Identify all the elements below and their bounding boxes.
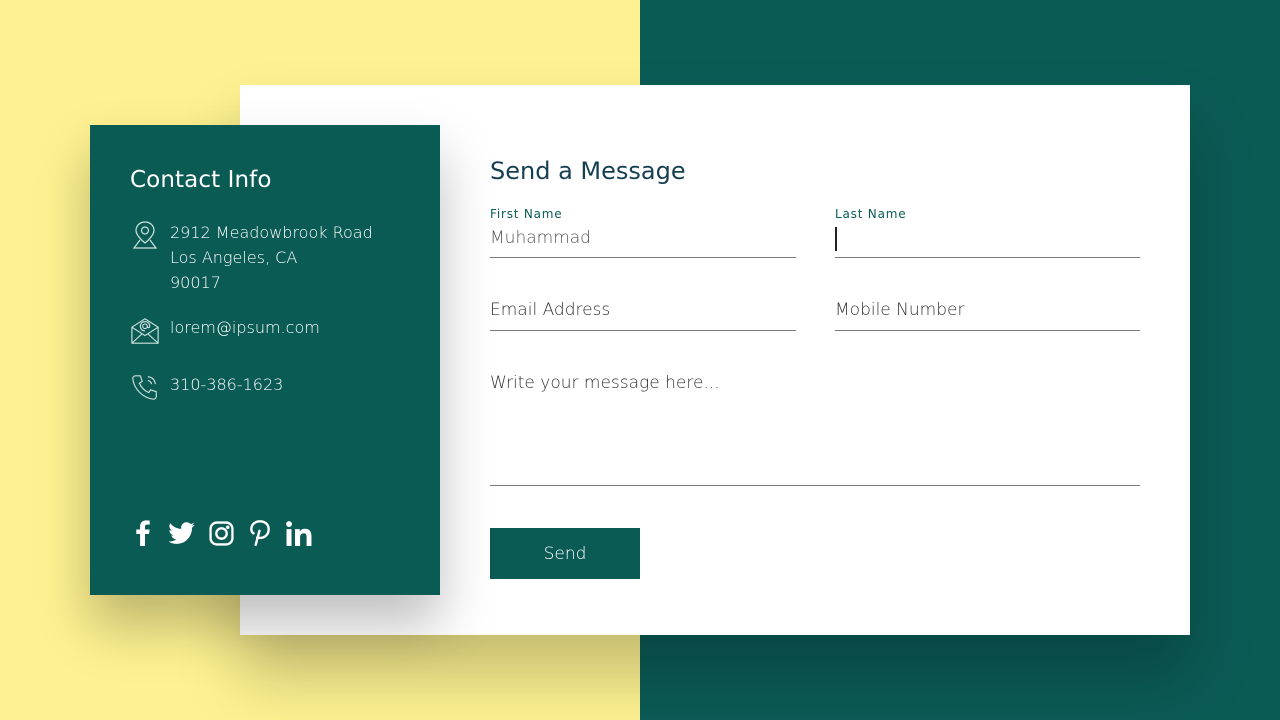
mobile-number-field[interactable]: Mobile Number [835, 295, 1140, 331]
send-button[interactable]: Send [490, 528, 640, 579]
email-placeholder[interactable]: Email Address [490, 300, 610, 320]
first-name-label: First Name [490, 207, 563, 221]
pinterest-icon[interactable] [247, 520, 273, 546]
email-row: lorem@ipsum.com [130, 315, 320, 345]
last-name-label: Last Name [835, 207, 907, 221]
contact-info-card: Contact Info 2912 Meadowbrook Road Los A… [90, 125, 440, 595]
phone-row: 310-386-1623 [130, 372, 283, 402]
email-text[interactable]: lorem@ipsum.com [170, 315, 320, 340]
address-line-2: Los Angeles, CA [170, 248, 298, 267]
mobile-number-placeholder[interactable]: Mobile Number [835, 300, 964, 320]
social-links [130, 520, 312, 546]
twitter-icon[interactable] [169, 520, 195, 546]
last-name-field[interactable]: Last Name [835, 207, 1140, 258]
linkedin-icon[interactable] [286, 520, 312, 546]
phone-text[interactable]: 310-386-1623 [170, 372, 283, 397]
form-title: Send a Message [490, 157, 686, 185]
message-placeholder[interactable]: Write your message here... [490, 373, 720, 393]
envelope-icon [130, 315, 160, 345]
facebook-icon[interactable] [130, 520, 156, 546]
address-text: 2912 Meadowbrook Road Los Angeles, CA 90… [170, 220, 373, 295]
instagram-icon[interactable] [208, 520, 234, 546]
message-field[interactable]: Write your message here... [490, 372, 1140, 486]
first-name-value[interactable]: Muhammad [490, 228, 591, 248]
address-line-3: 90017 [170, 273, 221, 292]
address-line-1: 2912 Meadowbrook Road [170, 223, 373, 242]
text-cursor [835, 227, 837, 251]
location-pin-icon [130, 220, 160, 250]
contact-info-title: Contact Info [130, 167, 272, 193]
email-field[interactable]: Email Address [490, 295, 796, 331]
phone-icon [130, 372, 160, 402]
address-row: 2912 Meadowbrook Road Los Angeles, CA 90… [130, 220, 373, 295]
first-name-field[interactable]: First Name Muhammad [490, 207, 796, 258]
